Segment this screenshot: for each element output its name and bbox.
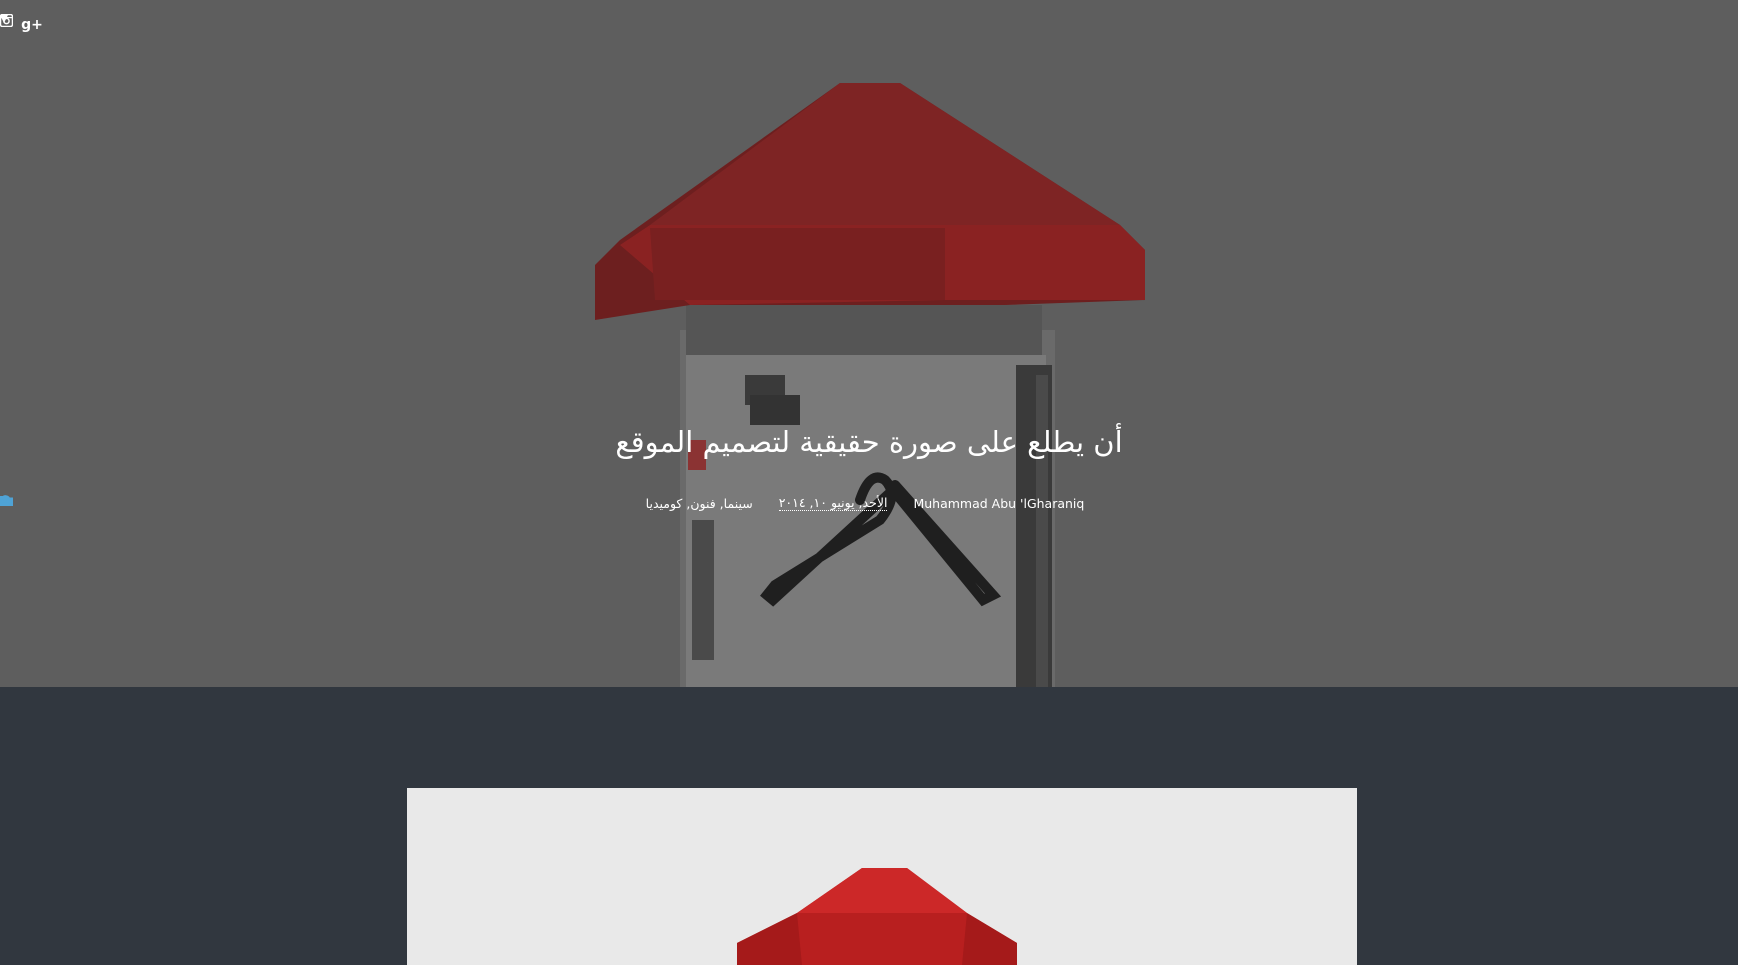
google-plus-glyph: g+ (21, 17, 43, 33)
date-text[interactable]: الأحد, يونيو ١٠, ٢٠١٤ (778, 495, 888, 511)
post-author: Muhammad Abu 'lGharaniq (0, 495, 1092, 511)
hero-image (0, 0, 1738, 687)
categories-text[interactable]: سينما, فنون, كوميديا (646, 496, 753, 511)
author-name[interactable]: Muhammad Abu 'lGharaniq (913, 496, 1084, 511)
hero-banner: g+ أن يطلع على صورة حقيقية لتصميم الموقع… (0, 0, 1738, 687)
post-title[interactable]: أن يطلع على صورة حقيقية لتصميم الموقع (0, 425, 1738, 459)
social-links: g+ (0, 14, 92, 36)
google-plus-icon[interactable]: g+ (12, 14, 52, 36)
post-meta: سينما, فنون, كوميديا الأحد, يونيو ١٠, ٢٠… (0, 495, 1738, 511)
featured-image-graphic (407, 788, 1357, 965)
post-date: الأحد, يونيو ١٠, ٢٠١٤ (0, 495, 896, 511)
post-categories: سينما, فنون, كوميديا (0, 496, 761, 511)
instagram-icon[interactable] (0, 14, 92, 36)
post-featured-image (407, 788, 1357, 965)
